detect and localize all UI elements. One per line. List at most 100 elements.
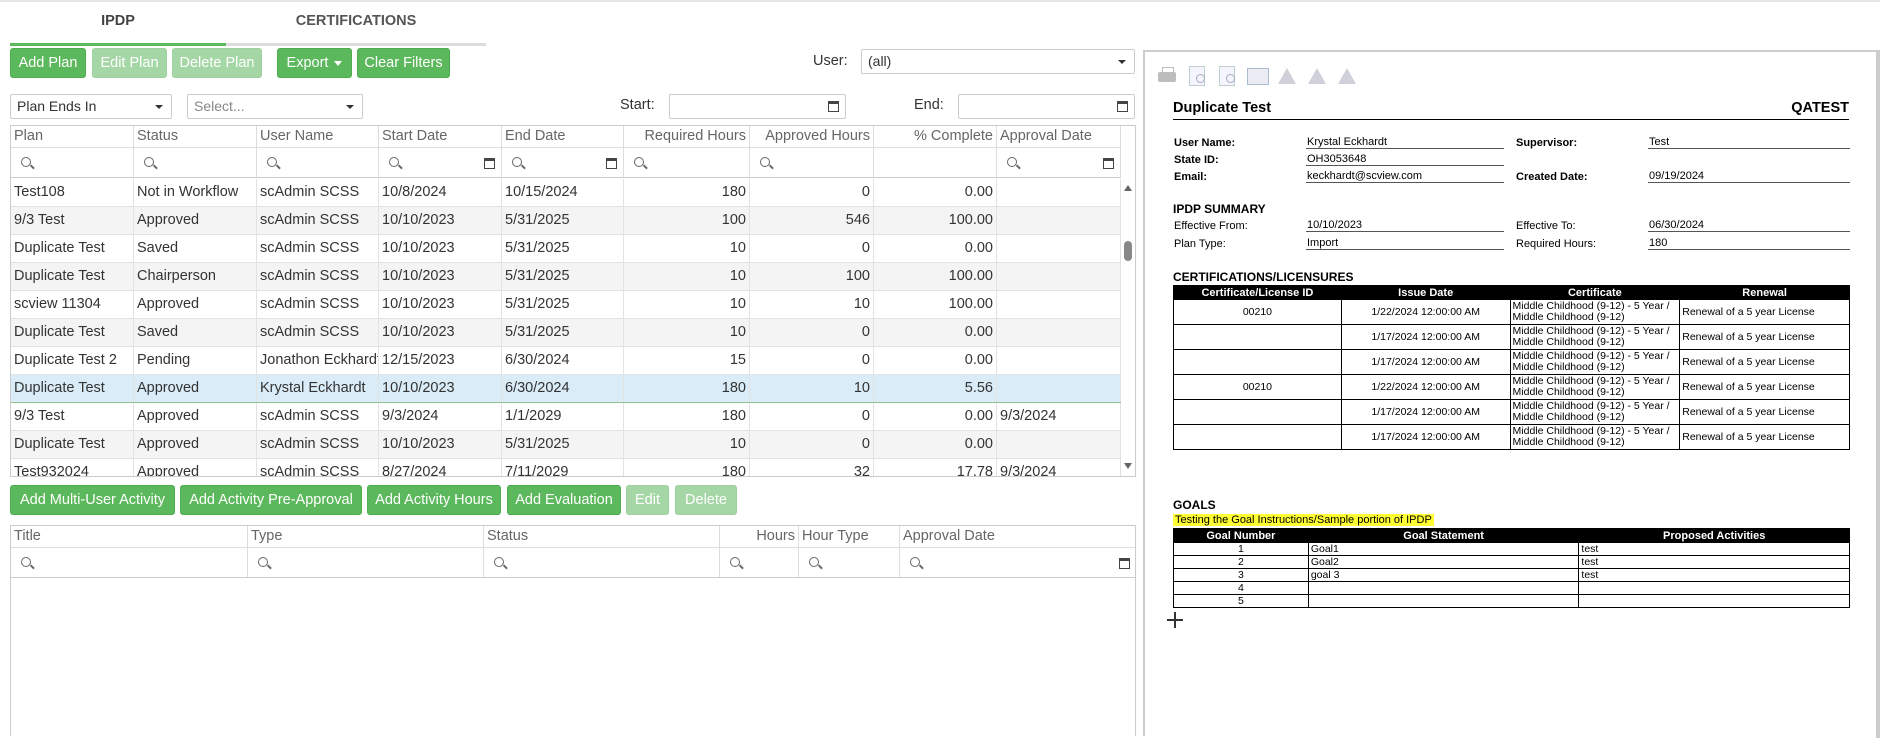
filter-cell[interactable] xyxy=(11,148,134,177)
filter-cell[interactable] xyxy=(248,548,484,577)
edit-activity-button[interactable]: Edit xyxy=(626,485,669,515)
filter-cell[interactable] xyxy=(799,548,900,577)
table-row[interactable]: Duplicate Test Approved Krystal Eckhardt 10… xyxy=(11,375,1121,403)
table-cell: 0.00 xyxy=(874,319,997,346)
goal-cell xyxy=(1578,594,1850,608)
caret-down-icon xyxy=(334,60,343,66)
delete-activity-button[interactable]: Delete xyxy=(675,485,737,515)
goal-cell: 3 xyxy=(1173,568,1309,582)
add-plan-button[interactable]: Add Plan xyxy=(10,48,86,78)
scroll-down-icon[interactable] xyxy=(1124,463,1132,469)
export-word-icon[interactable] xyxy=(1305,64,1329,88)
table-row[interactable]: 9/3 Test Approved scAdmin SCSS 10/10/2023 5/… xyxy=(11,207,1121,235)
table-row[interactable]: Duplicate Test 2 Pending Jonathon Eckhardt… xyxy=(11,347,1121,375)
col-header[interactable]: Plan xyxy=(11,126,134,147)
search-icon xyxy=(634,157,644,167)
report-scrollbar[interactable] xyxy=(1876,52,1880,738)
user-filter-select[interactable]: (all) xyxy=(861,49,1135,74)
table-row[interactable]: Test932024 Approved scAdmin SCSS 8/27/2024 7… xyxy=(11,459,1121,476)
col-header[interactable]: Type xyxy=(248,526,484,547)
plan-ends-select[interactable]: Plan Ends In xyxy=(10,94,172,119)
col-header[interactable]: Start Date xyxy=(379,126,502,147)
calendar-icon[interactable] xyxy=(484,158,495,169)
plans-grid-body: Test108 Not in Workflow scAdmin SCSS 10/8/2… xyxy=(11,179,1121,476)
table-cell xyxy=(997,319,1121,346)
calendar-icon[interactable] xyxy=(1119,558,1130,569)
add-activity-pre-approval-button[interactable]: Add Activity Pre-Approval xyxy=(180,485,362,515)
table-cell: scAdmin SCSS xyxy=(257,179,379,206)
table-cell: 9/3/2024 xyxy=(379,403,502,430)
col-header[interactable]: Approved Hours xyxy=(750,126,874,147)
filter-cell[interactable] xyxy=(997,148,1121,177)
table-row[interactable]: Duplicate Test Saved scAdmin SCSS 10/10/202… xyxy=(11,235,1121,263)
zoom-in-icon[interactable] xyxy=(1185,64,1209,88)
export-button[interactable]: Export xyxy=(277,48,352,78)
tab-certifications[interactable]: CERTIFICATIONS xyxy=(226,6,486,43)
plan-type-label: Plan Type: xyxy=(1174,238,1226,250)
table-row[interactable]: scview 11304 Approved scAdmin SCSS 10/10/20… xyxy=(11,291,1121,319)
col-header[interactable]: % Complete xyxy=(874,126,997,147)
filter-cell[interactable] xyxy=(484,548,720,577)
period-select[interactable]: Select... xyxy=(187,94,363,119)
cert-cell: 1/17/2024 12:00:00 AM xyxy=(1340,424,1511,450)
col-header[interactable]: Approval Date xyxy=(997,126,1121,147)
col-header[interactable]: Title xyxy=(11,526,248,547)
table-cell: scAdmin SCSS xyxy=(257,459,379,476)
col-header[interactable]: Hours xyxy=(720,526,799,547)
table-cell: 5/31/2025 xyxy=(502,207,624,234)
tab-ipdp[interactable]: IPDP xyxy=(10,6,226,46)
goal-row: 3 goal 3 test xyxy=(1173,568,1850,582)
filter-cell[interactable] xyxy=(134,148,257,177)
fit-page-icon[interactable] xyxy=(1245,64,1269,88)
table-cell: Duplicate Test 2 xyxy=(11,347,134,374)
plan-type-value: Import xyxy=(1306,237,1504,250)
filter-cell[interactable] xyxy=(379,148,502,177)
plans-grid-scrollbar[interactable] xyxy=(1121,179,1135,475)
table-cell: scAdmin SCSS xyxy=(257,431,379,458)
filter-cell[interactable] xyxy=(11,548,248,577)
col-header[interactable]: Required Hours xyxy=(624,126,750,147)
table-row[interactable]: Duplicate Test Chairperson scAdmin SCSS 10/… xyxy=(11,263,1121,291)
calendar-icon[interactable] xyxy=(1103,158,1114,169)
filter-cell[interactable] xyxy=(900,548,1135,577)
add-evaluation-button[interactable]: Add Evaluation xyxy=(507,485,621,515)
filter-cell[interactable] xyxy=(257,148,379,177)
goal-cell: goal 3 xyxy=(1307,568,1580,582)
table-cell: Duplicate Test xyxy=(11,263,134,290)
col-header[interactable]: Status xyxy=(134,126,257,147)
scroll-thumb[interactable] xyxy=(1124,241,1132,261)
start-date-input[interactable] xyxy=(669,94,846,119)
table-row[interactable]: Duplicate Test Saved scAdmin SCSS 10/10/202… xyxy=(11,319,1121,347)
table-cell: scAdmin SCSS xyxy=(257,207,379,234)
end-date-input[interactable] xyxy=(958,94,1135,119)
table-row[interactable]: Duplicate Test Approved scAdmin SCSS 10/10/… xyxy=(11,431,1121,459)
table-row[interactable]: Test108 Not in Workflow scAdmin SCSS 10/8/2… xyxy=(11,179,1121,207)
filter-cell[interactable] xyxy=(624,148,750,177)
filter-cell[interactable] xyxy=(750,148,874,177)
created-date-label: Created Date: xyxy=(1516,171,1588,183)
table-cell xyxy=(997,263,1121,290)
export-pdf-icon[interactable] xyxy=(1275,64,1299,88)
col-header[interactable]: Approval Date xyxy=(900,526,1135,547)
edit-plan-button[interactable]: Edit Plan xyxy=(92,48,167,78)
add-multi-user-activity-button[interactable]: Add Multi-User Activity xyxy=(10,485,175,515)
col-header[interactable]: Status xyxy=(484,526,720,547)
export-excel-icon[interactable] xyxy=(1335,64,1359,88)
add-activity-hours-button[interactable]: Add Activity Hours xyxy=(367,485,501,515)
zoom-out-icon[interactable] xyxy=(1215,64,1239,88)
calendar-icon[interactable] xyxy=(828,101,839,112)
col-header[interactable]: User Name xyxy=(257,126,379,147)
scroll-up-icon[interactable] xyxy=(1124,185,1132,191)
calendar-icon[interactable] xyxy=(1117,101,1128,112)
filter-cell[interactable] xyxy=(502,148,624,177)
filter-cell[interactable] xyxy=(874,148,997,177)
calendar-icon[interactable] xyxy=(606,158,617,169)
col-header[interactable]: Hour Type xyxy=(799,526,900,547)
print-icon[interactable] xyxy=(1155,64,1179,88)
delete-plan-button[interactable]: Delete Plan xyxy=(172,48,262,78)
clear-filters-button[interactable]: Clear Filters xyxy=(357,48,450,78)
col-header[interactable]: End Date xyxy=(502,126,624,147)
table-row[interactable]: 9/3 Test Approved scAdmin SCSS 9/3/2024 1/1/… xyxy=(11,403,1121,431)
table-cell: Krystal Eckhardt xyxy=(257,375,379,402)
filter-cell[interactable] xyxy=(720,548,799,577)
